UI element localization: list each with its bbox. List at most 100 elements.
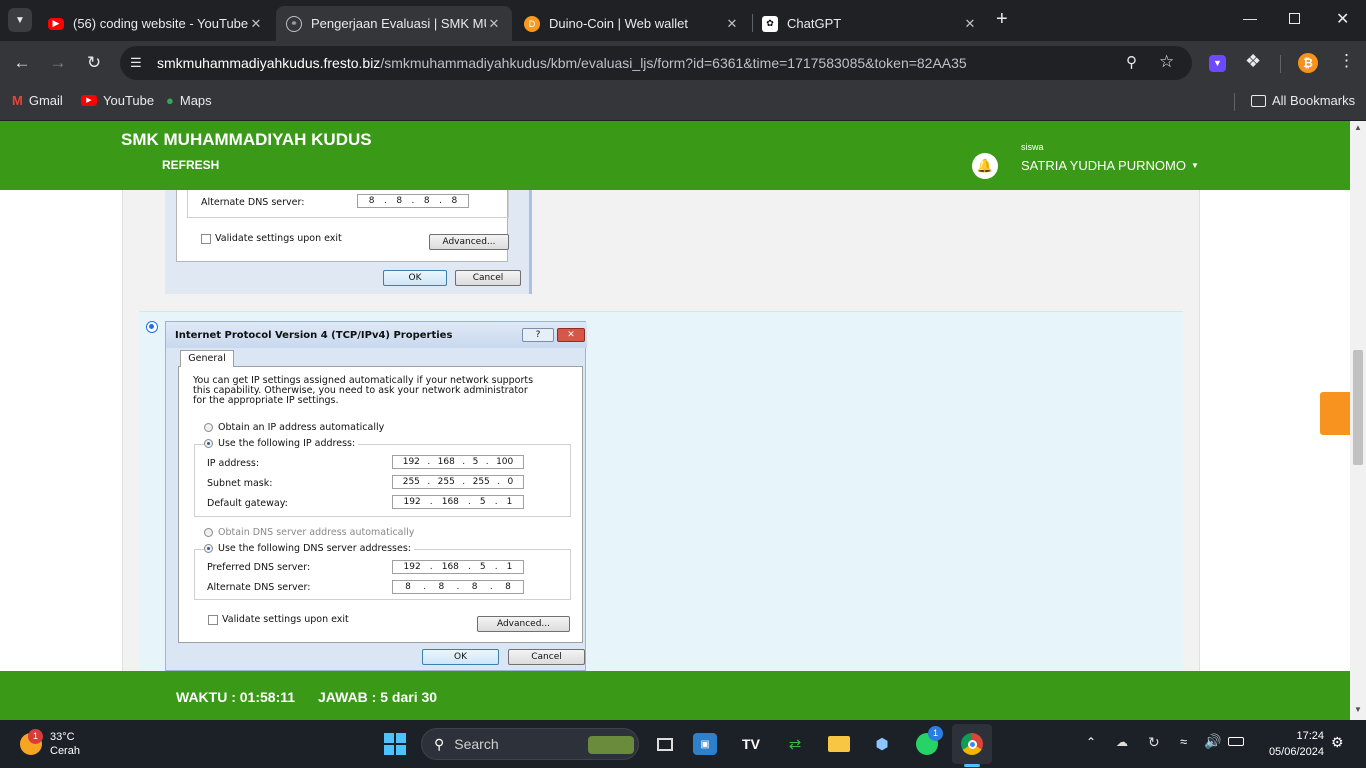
url-text: smkmuhammadiyahkudus.fresto.biz/smkmuham… [157, 55, 967, 71]
site-info-icon[interactable]: ☰ [130, 55, 142, 71]
duino-coin-icon: D [524, 15, 540, 32]
obtain-ip-radio: Obtain an IP address automatically [204, 422, 384, 433]
help-icon: ? [522, 328, 554, 342]
file-explorer-icon[interactable] [825, 730, 853, 758]
extensions-icon[interactable]: ❖ [1245, 51, 1261, 72]
cancel-button: Cancel [455, 270, 521, 286]
reload-button[interactable]: ↻ [84, 53, 104, 73]
forward-button[interactable]: → [48, 53, 68, 73]
weather-sun-icon: 1 [20, 729, 43, 755]
validate-checkbox: Validate settings upon exit [201, 233, 342, 244]
clock-date: 05/06/2024 [1268, 746, 1324, 758]
all-bookmarks[interactable]: All Bookmarks [1251, 93, 1355, 108]
transfer-app-icon[interactable]: ⇄ [781, 730, 809, 758]
folder-icon [1251, 94, 1266, 107]
virtualbox-icon[interactable]: ⬢ [868, 730, 896, 758]
whatsapp-badge: 1 [928, 726, 943, 741]
whatsapp-icon[interactable]: 1 [913, 726, 943, 758]
close-icon[interactable]: ✕ [962, 16, 978, 32]
use-ip-radio: Use the following IP address: [204, 438, 359, 449]
wifi-icon[interactable]: ≈ [1180, 734, 1187, 749]
option-image-previous: Alternate DNS server: 8.8.8.8 Validate s… [165, 190, 532, 294]
bookmark-maps[interactable]: ● Maps [166, 93, 212, 108]
battery-icon[interactable] [1228, 737, 1244, 746]
subnet-mask-field: 255. 255. 255. 0 [392, 475, 524, 489]
address-bar[interactable]: ☰ smkmuhammadiyahkudus.fresto.biz/smkmuh… [120, 46, 1192, 80]
maps-icon: ● [166, 93, 174, 108]
volume-icon[interactable]: 🔊 [1204, 733, 1221, 750]
tab-chatgpt[interactable]: ✿ ChatGPT ✕ [752, 6, 988, 41]
notification-center-icon[interactable]: ⚙ [1331, 734, 1344, 751]
answer-radio[interactable] [146, 321, 158, 333]
chatgpt-icon: ✿ [762, 15, 778, 32]
advanced-button: Advanced... [477, 616, 570, 632]
default-gateway-field: 192. 168. 5. 1 [392, 495, 524, 509]
bookmark-label: Maps [179, 93, 212, 108]
exam-status-bar: WAKTU : 01:58:11 JAWAB : 5 dari 30 [0, 671, 1350, 720]
new-tab-button[interactable]: + [996, 8, 1008, 31]
show-hidden-icons-icon[interactable]: ⌃ [1086, 735, 1096, 749]
answer-count-text: JAWAB : 5 dari 30 [318, 689, 438, 705]
zoom-icon[interactable]: ⚲ [1126, 53, 1137, 71]
scrollbar-thumb[interactable] [1353, 350, 1363, 465]
windows-taskbar: 1 33°C Cerah ⚲ Search ▣ TV ⇄ ⬢ 1 ⌃ ☁ ↻ ≈… [0, 720, 1366, 768]
weather-temp: 33°C [50, 731, 75, 743]
network-monitor-icon[interactable]: ▣ [693, 733, 717, 755]
tab-title: Pengerjaan Evaluasi | SMK MUH [311, 16, 486, 31]
subnet-mask-label: Subnet mask: [207, 478, 273, 489]
taskbar-search-box[interactable]: ⚲ Search [421, 728, 639, 760]
close-icon[interactable]: ✕ [724, 16, 740, 32]
notification-bell-icon[interactable]: 🔔 [972, 153, 998, 179]
default-gateway-label: Default gateway: [207, 498, 288, 509]
ok-button: OK [383, 270, 447, 286]
vpn-status-icon[interactable]: ☁ [1116, 735, 1128, 749]
start-windows-icon[interactable] [381, 730, 409, 758]
tradingview-icon[interactable]: TV [737, 730, 765, 758]
tab-youtube[interactable]: ▶ (56) coding website - YouTube ✕ [38, 6, 274, 41]
sync-icon[interactable]: ↻ [1148, 734, 1160, 751]
search-icon: ⚲ [434, 735, 445, 752]
side-float-button[interactable] [1320, 392, 1350, 435]
timer-text: WAKTU : 01:58:11 [176, 689, 296, 705]
user-role: siswa [1021, 142, 1044, 152]
gmail-icon: M [12, 93, 23, 108]
user-menu[interactable]: SATRIA YUDHA PURNOMO ▼ [1021, 158, 1199, 173]
bookmark-star-icon[interactable]: ☆ [1159, 52, 1174, 72]
url-path: /smkmuhammadiyahkudus/kbm/evaluasi_ljs/f… [380, 55, 967, 71]
close-window-button[interactable]: ✕ [1336, 9, 1349, 29]
clock[interactable]: 17:24 05/06/2024 [1258, 728, 1324, 760]
bookmark-youtube[interactable]: ▶ YouTube [81, 93, 154, 108]
ip-address-label: IP address: [207, 458, 260, 469]
scroll-up-arrow[interactable]: ▲ [1354, 123, 1362, 132]
proton-vpn-icon[interactable]: ▼ [1209, 55, 1226, 72]
tab-duino[interactable]: D Duino-Coin | Web wallet ✕ [514, 6, 750, 41]
alternate-dns-label: Alternate DNS server: [207, 582, 311, 593]
tab-search-button[interactable]: ▼ [8, 8, 32, 32]
back-button[interactable]: ← [12, 53, 32, 73]
minimize-button[interactable]: — [1243, 10, 1257, 26]
restore-button[interactable] [1289, 13, 1300, 24]
bookmark-gmail[interactable]: M Gmail [12, 93, 63, 108]
refresh-link[interactable]: REFRESH [162, 158, 219, 172]
alt-dns-label: Alternate DNS server: [201, 197, 305, 208]
obtain-dns-radio: Obtain DNS server address automatically [204, 527, 414, 538]
scroll-down-arrow[interactable]: ▼ [1354, 705, 1362, 714]
caret-down-icon: ▼ [1190, 161, 1199, 170]
bitcoin-profile-icon[interactable]: ₿ [1298, 53, 1318, 73]
user-name: SATRIA YUDHA PURNOMO [1021, 158, 1186, 173]
all-bookmarks-label: All Bookmarks [1272, 93, 1356, 108]
close-icon[interactable]: ✕ [248, 16, 264, 32]
weather-badge: 1 [28, 729, 43, 744]
weather-widget[interactable]: 1 33°C Cerah [20, 729, 80, 758]
page-scrollbar[interactable]: ▲ ▼ [1350, 121, 1366, 720]
chrome-icon[interactable] [952, 724, 992, 764]
tab-title: (56) coding website - YouTube [73, 16, 248, 31]
cancel-button: Cancel [508, 649, 585, 665]
option-image-tcpip: Internet Protocol Version 4 (TCP/IPv4) P… [165, 321, 587, 671]
web-page: Alternate DNS server: 8.8.8.8 Validate s… [0, 121, 1350, 720]
task-view-icon[interactable] [651, 730, 679, 758]
close-icon[interactable]: ✕ [486, 16, 502, 32]
ok-button: OK [422, 649, 499, 665]
menu-icon[interactable]: ⋮ [1338, 51, 1355, 71]
tab-evaluasi[interactable]: ⚭ Pengerjaan Evaluasi | SMK MUH ✕ [276, 6, 512, 41]
